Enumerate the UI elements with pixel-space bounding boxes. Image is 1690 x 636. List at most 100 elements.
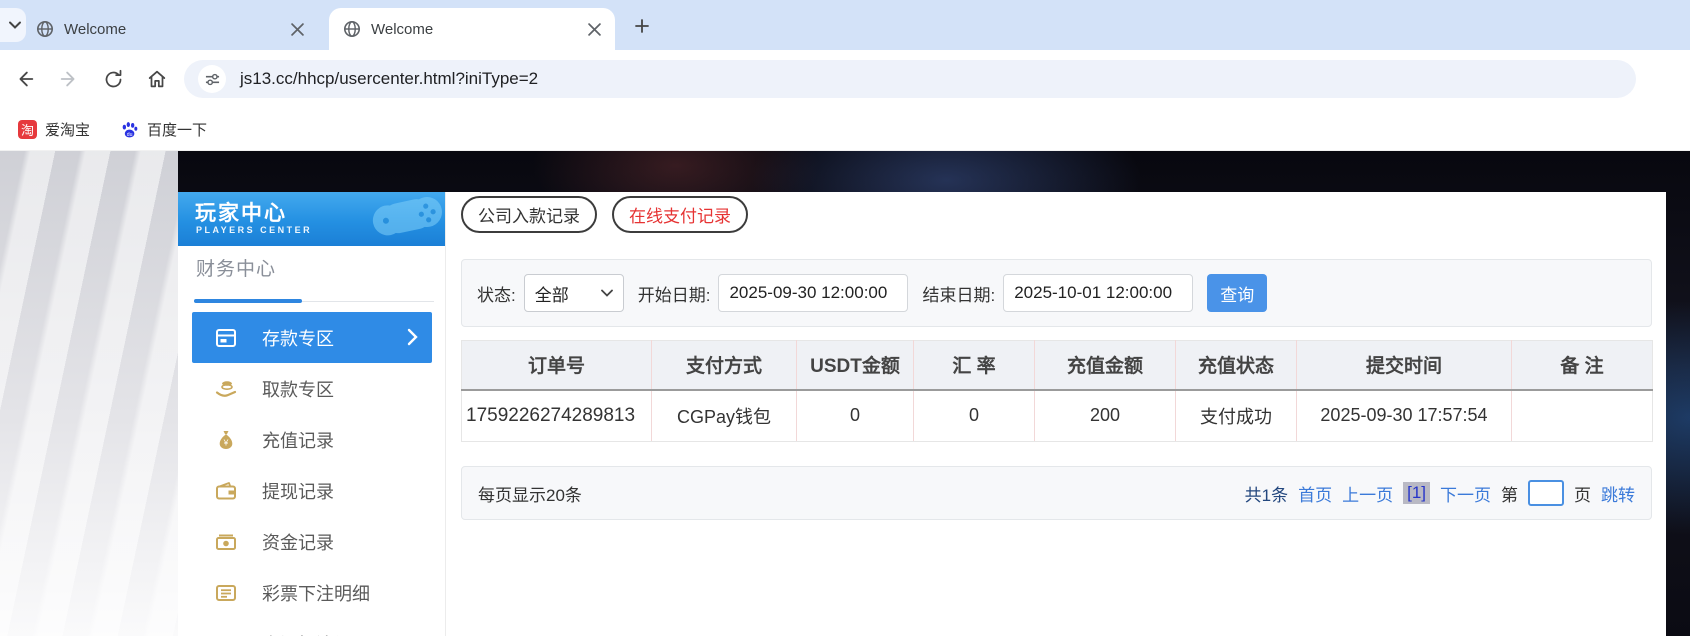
tab-company-deposit-records[interactable]: 公司入款记录: [461, 196, 597, 233]
status-select-value: 全部: [534, 285, 569, 305]
first-page-link[interactable]: 首页: [1298, 481, 1332, 506]
sidebar-item-withdraw[interactable]: 取款专区: [192, 363, 432, 414]
gamepad-icon: [361, 192, 445, 246]
svg-text:¥: ¥: [223, 437, 229, 447]
browser-toolbar: js13.cc/hhcp/usercenter.html?iniType=2: [0, 50, 1690, 108]
col-payment-method: 支付方式: [651, 340, 797, 391]
section-underline: [194, 288, 434, 303]
chevron-down-icon: [600, 289, 613, 297]
total-count-text: 共1条: [1244, 485, 1289, 505]
end-date-input[interactable]: [1003, 274, 1194, 312]
end-date-label: 结束日期:: [922, 285, 996, 305]
tab-online-payment-records[interactable]: 在线支付记录: [612, 196, 748, 233]
svg-text:du: du: [127, 132, 133, 138]
sidebar-item-recharge-records[interactable]: ¥ 充值记录: [192, 414, 432, 465]
tab-title: Welcome: [64, 20, 127, 38]
record-type-tabs: 公司入款记录 在线支付记录: [461, 196, 748, 233]
chevron-right-icon: [407, 328, 418, 346]
cell-remark: [1511, 389, 1653, 442]
forward-icon[interactable]: [50, 60, 88, 98]
cell-payment-method: CGPay钱包: [651, 389, 797, 442]
site-settings-icon[interactable]: [198, 65, 226, 93]
cell-usdt-amount: 0: [796, 389, 914, 442]
cell-submit-time: 2025-09-30 17:57:54: [1296, 389, 1512, 442]
cell-order-number: 1759226274289813: [461, 389, 652, 442]
bookmarks-bar: 淘 爱淘宝 du 百度一下: [0, 108, 1690, 151]
sidebar-item-deposit[interactable]: 存款专区: [192, 312, 432, 363]
start-date-input[interactable]: [718, 274, 909, 312]
bookmark-label: 爱淘宝: [45, 121, 91, 139]
jump-page-input[interactable]: [1528, 480, 1564, 506]
col-order-number: 订单号: [461, 340, 652, 391]
sidebar-item-label: 彩票下注明细: [262, 583, 370, 604]
new-tab-icon[interactable]: [630, 14, 654, 38]
url-text: js13.cc/hhcp/usercenter.html?iniType=2: [240, 69, 539, 88]
sidebar-item-funds-records[interactable]: 资金记录: [192, 516, 432, 567]
search-button[interactable]: 查询: [1207, 274, 1268, 312]
page-background-left: [0, 151, 178, 636]
cell-exchange-rate: 0: [913, 389, 1035, 442]
next-page-link[interactable]: 下一页: [1440, 481, 1491, 506]
tab-label: 公司入款记录: [478, 207, 580, 226]
money-bag-icon: ¥: [214, 428, 238, 452]
taobao-icon: 淘: [18, 119, 37, 139]
sidebar-subtitle: PLAYERS CENTER: [196, 225, 313, 235]
jump-prefix-label: 第: [1501, 485, 1518, 505]
jump-suffix-label: 页: [1574, 485, 1591, 505]
back-icon[interactable]: [6, 60, 44, 98]
sidebar-item-label: 房间投注记录: [262, 631, 370, 636]
sidebar-divider: [445, 192, 446, 636]
start-date-label: 开始日期:: [637, 285, 711, 305]
status-label: 状态:: [477, 285, 516, 305]
sidebar-item-label: 资金记录: [262, 532, 334, 553]
cell-recharge-amount: 200: [1034, 389, 1176, 442]
status-select[interactable]: 全部: [523, 274, 624, 312]
banknote-icon: [214, 530, 238, 554]
sidebar-item-withdraw-records[interactable]: 提现记录: [192, 465, 432, 516]
sidebar-menu: 存款专区 取款专区 ¥ 充值记录 提现记录 资金记录 彩票下注明细: [178, 312, 445, 636]
sidebar-item-label: 存款专区: [262, 328, 334, 349]
sidebar-item-room-bet-records[interactable]: 房间投注记录: [192, 618, 432, 636]
col-recharge-status: 充值状态: [1175, 340, 1297, 391]
section-title-finance: 财务中心: [196, 259, 277, 280]
sidebar-item-label: 取款专区: [262, 379, 334, 400]
tab-title: Welcome: [371, 20, 434, 38]
jump-button[interactable]: 跳转: [1601, 481, 1635, 506]
sidebar-item-lottery-bet-detail[interactable]: 彩票下注明细: [192, 567, 432, 618]
players-center-banner: 玩家中心 PLAYERS CENTER: [178, 192, 445, 246]
home-icon[interactable]: [138, 60, 176, 98]
col-exchange-rate: 汇 率: [913, 340, 1035, 391]
table-header-row: 订单号 支付方式 USDT金额 汇 率 充值金额 充值状态 提交时间 备 注: [461, 340, 1653, 391]
col-usdt-amount: USDT金额: [796, 340, 914, 391]
page-size-text: 每页显示20条: [478, 485, 582, 505]
col-recharge-amount: 充值金额: [1034, 340, 1176, 391]
section-underline-accent: [194, 299, 302, 303]
reload-icon[interactable]: [94, 60, 132, 98]
close-icon[interactable]: [588, 22, 601, 36]
sidebar-item-label: 提现记录: [262, 481, 334, 502]
wallet-icon: [214, 479, 238, 503]
address-bar[interactable]: js13.cc/hhcp/usercenter.html?iniType=2: [184, 60, 1636, 98]
globe-icon: [343, 20, 361, 38]
sidebar-item-label: 充值记录: [262, 430, 334, 451]
prev-page-link[interactable]: 上一页: [1342, 481, 1393, 506]
hand-coin-icon: [214, 377, 238, 401]
deposit-card-icon: [214, 326, 238, 350]
tab-label: 在线支付记录: [629, 207, 731, 226]
col-remark: 备 注: [1511, 340, 1653, 391]
browser-tab-1[interactable]: Welcome: [22, 8, 318, 50]
bookmark-aitaobao[interactable]: 淘 爱淘宝: [10, 115, 98, 144]
list-document-icon: [214, 581, 238, 605]
sidebar-title: 玩家中心: [195, 202, 287, 225]
bookmark-label: 百度一下: [147, 121, 208, 139]
baidu-paw-icon: du: [120, 120, 139, 139]
close-icon[interactable]: [291, 22, 304, 36]
globe-icon: [36, 20, 54, 38]
bookmark-baidu[interactable]: du 百度一下: [112, 115, 215, 144]
tab-strip: Welcome Welcome: [0, 0, 1690, 50]
browser-tab-2-active[interactable]: Welcome: [329, 8, 615, 50]
list-document-icon: [214, 632, 238, 636]
payment-records-table: 订单号 支付方式 USDT金额 汇 率 充值金额 充值状态 提交时间 备 注 1…: [461, 340, 1653, 442]
col-submit-time: 提交时间: [1296, 340, 1512, 391]
browser-window: Welcome Welcome js13.cc/hhcp/usercenter.…: [0, 0, 1690, 636]
